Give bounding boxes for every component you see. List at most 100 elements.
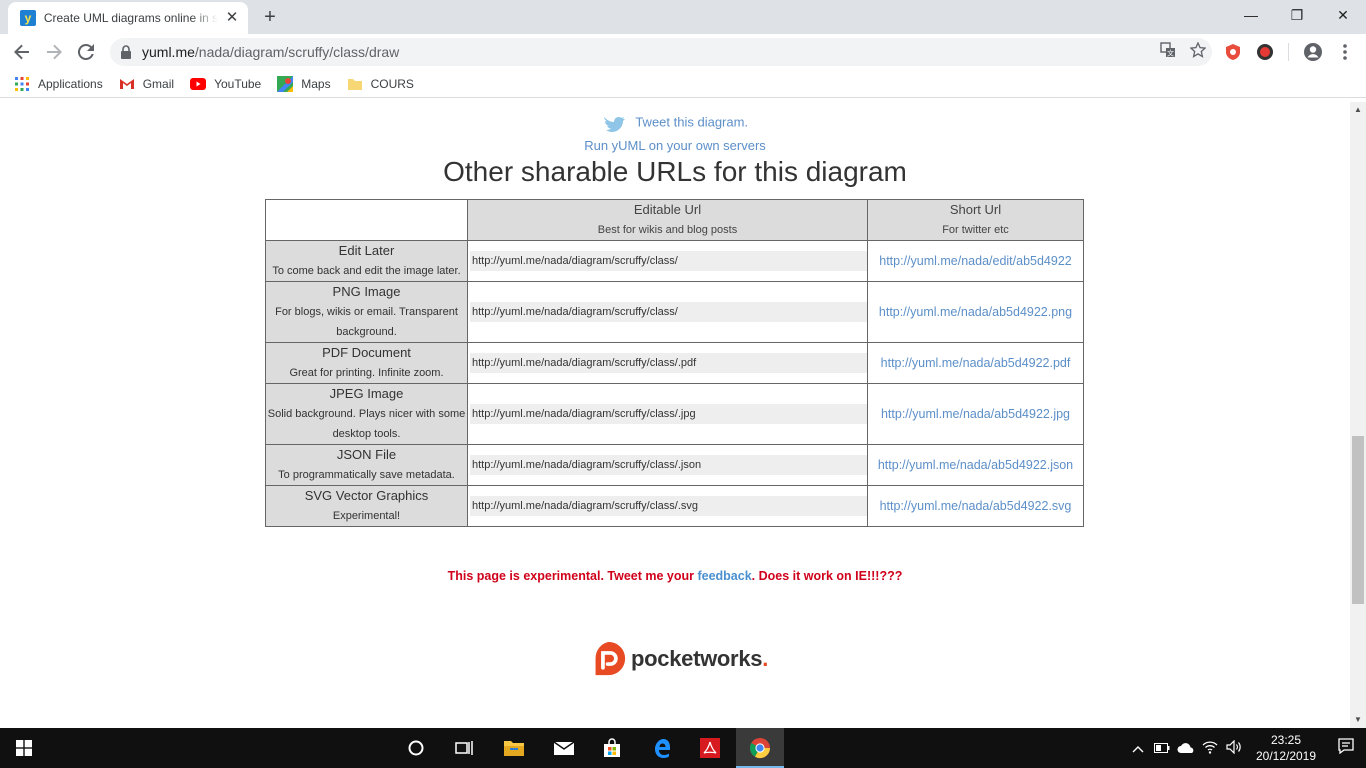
shield-extension-icon[interactable] [1224,43,1242,61]
file-explorer-icon [504,741,524,756]
bookmark-star-icon[interactable] [1190,42,1206,58]
minimize-button[interactable]: — [1228,0,1274,30]
close-window-button[interactable]: ✕ [1320,0,1366,30]
scroll-up-arrow-icon[interactable]: ▲ [1350,102,1366,118]
editable-url-field[interactable]: http://yuml.me/nada/diagram/scruffy/clas… [470,251,867,271]
action-center-icon[interactable] [1326,738,1366,758]
row-title: PDF Document [322,345,411,360]
row-title: SVG Vector Graphics [304,488,429,503]
tab-close-icon[interactable]: ✕ [224,10,240,26]
wifi-icon[interactable] [1198,740,1222,757]
row-label-cell: JPEG Image Solid background. Plays nicer … [265,383,468,445]
acrobat-icon [700,738,720,758]
reload-button[interactable] [70,36,102,68]
short-url-link[interactable]: http://yuml.me/nada/ab5d4922.png [879,305,1072,319]
short-url-link[interactable]: http://yuml.me/nada/ab5d4922.jpg [881,407,1070,421]
header-subtitle: Best for wikis and blog posts [597,224,738,236]
scroll-thumb[interactable] [1352,436,1364,604]
start-button[interactable] [0,728,48,768]
experimental-text: This page is experimental. Tweet me your [447,569,698,583]
windows-taskbar: 23:25 20/12/2019 [0,728,1366,768]
table-row: PDF Document Great for printing. Infinite… [265,342,1084,384]
bookmark-label: Applications [38,76,103,91]
tweet-diagram-link[interactable]: Tweet this diagram. [635,114,748,129]
acrobat-taskbar[interactable] [686,728,734,768]
twitter-bird-icon[interactable] [602,114,626,132]
run-yuml-link[interactable]: Run yUML on your own servers [0,138,1350,153]
windows-logo-icon [16,740,32,756]
taskbar-clock[interactable]: 23:25 20/12/2019 [1246,732,1326,764]
browser-tab[interactable]: y Create UML diagrams online in seconds … [8,2,248,34]
profile-avatar-icon[interactable] [1303,42,1323,62]
volume-icon[interactable] [1222,739,1246,757]
tab-strip: y Create UML diagrams online in seconds … [0,0,1366,34]
header-title: Editable Url [633,202,702,217]
new-tab-button[interactable]: + [258,6,282,30]
back-button[interactable] [6,36,38,68]
system-tray: 23:25 20/12/2019 [1126,728,1366,768]
svg-text:文: 文 [1167,49,1174,58]
store-taskbar[interactable] [588,728,636,768]
header-short-url: Short Url For twitter etc [867,199,1084,241]
bookmark-maps[interactable]: Maps [277,75,331,92]
clock-time: 23:25 [1270,733,1302,747]
edge-icon [655,739,670,758]
short-url-link[interactable]: http://yuml.me/nada/ab5d4922.json [878,458,1073,472]
short-url-cell: http://yuml.me/nada/ab5d4922.svg [867,485,1084,527]
editable-url-cell: http://yuml.me/nada/diagram/scruffy/clas… [467,240,868,282]
task-view-button[interactable] [440,728,488,768]
bookmark-youtube[interactable]: YouTube [190,76,261,92]
onedrive-cloud-icon[interactable] [1174,741,1198,756]
cortana-button[interactable] [392,728,440,768]
bookmark-applications[interactable]: Applications [14,76,103,92]
editable-url-cell: http://yuml.me/nada/diagram/scruffy/clas… [467,342,868,384]
row-description: To programmatically save metadata. [278,469,455,481]
short-url-link[interactable]: http://yuml.me/nada/ab5d4922.svg [880,499,1072,513]
back-arrow-icon [14,44,29,60]
file-explorer-taskbar[interactable] [490,728,538,768]
header-title: Short Url [949,202,1002,217]
feedback-link[interactable]: feedback [697,569,751,583]
battery-icon[interactable] [1150,741,1174,756]
youtube-icon [190,76,207,92]
editable-url-field[interactable]: http://yuml.me/nada/diagram/scruffy/clas… [470,455,867,475]
apps-grid-icon [14,76,30,92]
bookmark-label: YouTube [214,76,262,91]
sharable-urls-table: Editable Url Best for wikis and blog pos… [265,199,1084,527]
editable-url-field[interactable]: http://yuml.me/nada/diagram/scruffy/clas… [470,496,867,516]
row-title: PNG Image [332,284,401,299]
short-url-link[interactable]: http://yuml.me/nada/ab5d4922.pdf [881,356,1071,370]
tab-title: Create UML diagrams online in seconds [43,11,219,25]
edge-taskbar[interactable] [638,728,686,768]
folder-icon [347,76,363,92]
translate-icon[interactable]: 文 [1160,42,1176,58]
menu-kebab-icon[interactable] [1337,43,1353,61]
record-extension-icon[interactable] [1256,43,1274,61]
page-scrollbar[interactable]: ▲ ▼ [1350,102,1366,728]
bookmark-gmail[interactable]: Gmail [119,76,174,92]
table-header-row: Editable Url Best for wikis and blog pos… [265,199,1084,241]
bookmark-cours[interactable]: COURS [347,76,414,92]
pocketworks-logo[interactable]: pocketworks. [590,640,768,677]
url-text: yuml.me/nada/diagram/scruffy/class/draw [142,44,400,60]
row-label-cell: PDF Document Great for printing. Infinite… [265,342,468,384]
address-bar[interactable]: yuml.me/nada/diagram/scruffy/class/draw … [110,38,1212,66]
short-url-cell: http://yuml.me/nada/ab5d4922.jpg [867,383,1084,445]
maximize-button[interactable]: ❐ [1274,0,1320,30]
editable-url-field[interactable]: http://yuml.me/nada/diagram/scruffy/clas… [470,302,867,322]
editable-url-field[interactable]: http://yuml.me/nada/diagram/scruffy/clas… [470,404,867,424]
scroll-down-arrow-icon[interactable]: ▼ [1350,712,1366,728]
table-row: PNG Image For blogs, wikis or email. Tran… [265,281,1084,343]
editable-url-field[interactable]: http://yuml.me/nada/diagram/scruffy/clas… [470,353,867,373]
row-description: To come back and edit the image later. [272,265,461,277]
short-url-link[interactable]: http://yuml.me/nada/edit/ab5d4922 [879,254,1072,268]
forward-button[interactable] [38,36,70,68]
cortana-circle-icon [408,740,424,756]
row-label-cell: JSON File To programmatically save metada… [265,444,468,486]
chevron-up-icon[interactable] [1126,741,1150,756]
editable-url-cell: http://yuml.me/nada/diagram/scruffy/clas… [467,485,868,527]
chrome-taskbar[interactable] [736,728,784,768]
short-url-cell: http://yuml.me/nada/ab5d4922.png [867,281,1084,343]
row-description: For blogs, wikis or email. Transparent b… [275,306,458,338]
mail-taskbar[interactable] [540,728,588,768]
